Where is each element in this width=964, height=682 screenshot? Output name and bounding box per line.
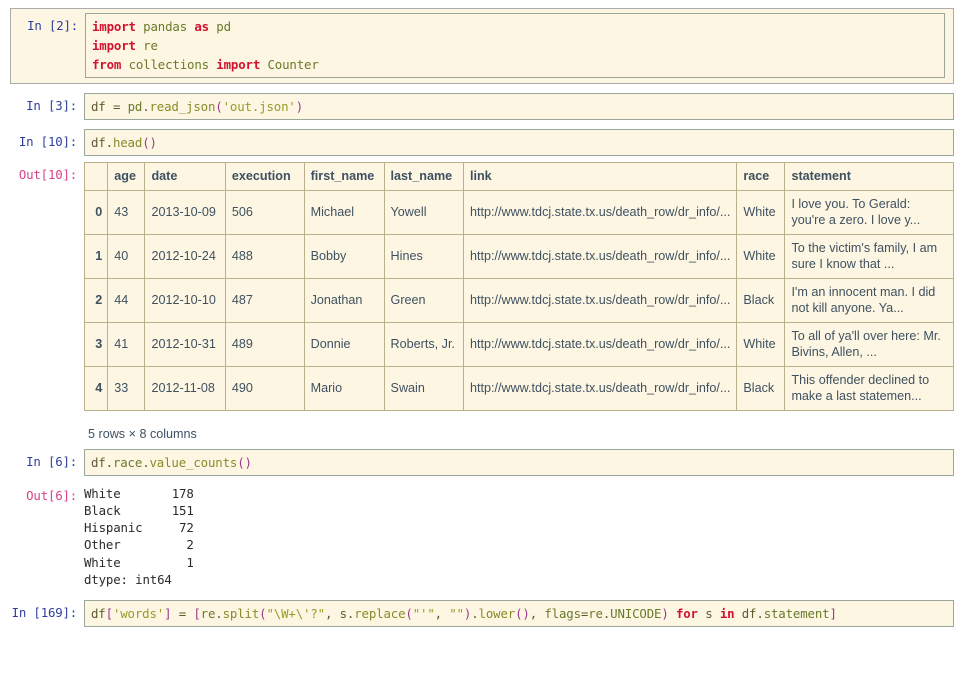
cell-first-name: Mario bbox=[303, 365, 385, 411]
output-area-out-6: White 178 Black 151 Hispanic 72 Other 2 … bbox=[84, 483, 954, 589]
prompt-in-6: In [6]: bbox=[26, 453, 77, 469]
row-index: 0 bbox=[83, 189, 109, 235]
prompt-out-10: Out[10]: bbox=[18, 167, 77, 182]
notebook-cell-in-2[interactable]: In [2]: import pandas as pd import re fr… bbox=[10, 8, 954, 84]
cell-execution: 489 bbox=[224, 321, 305, 367]
cell-last-name: Swain bbox=[383, 365, 464, 411]
dataframe-header-row: age date execution first_name last_name … bbox=[83, 162, 954, 191]
cell-statement: To the victim's family, I am sure I know… bbox=[784, 233, 954, 279]
cell-statement: To all of ya'll over here: Mr. Bivins, A… bbox=[784, 321, 954, 367]
input-area-in-10: df.head() bbox=[84, 129, 954, 156]
code-editor-in-10[interactable]: df.head() bbox=[84, 129, 954, 156]
cell-first-name: Bobby bbox=[303, 233, 385, 279]
notebook-cell-in-6[interactable]: In [6]: df.race.value_counts() bbox=[10, 448, 954, 476]
cell-first-name: Jonathan bbox=[303, 277, 385, 323]
cell-link: http://www.tdcj.state.tx.us/death_row/dr… bbox=[462, 365, 738, 411]
cell-last-name: Yowell bbox=[383, 189, 464, 235]
cell-date: 2013-10-09 bbox=[144, 189, 226, 235]
row-index: 2 bbox=[83, 277, 109, 323]
cell-age: 41 bbox=[107, 321, 146, 367]
prompt-out-6: Out[6]: bbox=[26, 487, 77, 503]
input-area-in-3: df = pd.read_json('out.json') bbox=[84, 93, 954, 120]
column-header-execution: execution bbox=[224, 162, 305, 191]
notebook-cell-out-10: Out[10]: age date execution first_name l… bbox=[10, 162, 954, 443]
value-counts-output: White 178 Black 151 Hispanic 72 Other 2 … bbox=[84, 485, 194, 587]
cell-last-name: Hines bbox=[383, 233, 464, 279]
code-text-in-6: df.race.value_counts() bbox=[91, 454, 252, 470]
prompt-in-2: In [2]: bbox=[27, 18, 78, 33]
row-index: 1 bbox=[83, 233, 109, 279]
cell-date: 2012-11-08 bbox=[144, 365, 226, 411]
input-area-in-169: df['words'] = [re.split("\W+\'?", s.repl… bbox=[84, 600, 954, 628]
prompt-in-3: In [3]: bbox=[26, 98, 77, 113]
notebook-cell-in-169[interactable]: In [169]: df['words'] = [re.split("\W+\'… bbox=[10, 600, 954, 628]
cell-link: http://www.tdcj.state.tx.us/death_row/dr… bbox=[462, 189, 738, 235]
dataframe-body: 0 43 2013-10-09 506 Michael Yowell http:… bbox=[83, 189, 954, 411]
input-area-in-6: df.race.value_counts() bbox=[84, 448, 954, 476]
dataframe-shape-label: 5 rows × 8 columns bbox=[88, 426, 197, 441]
table-row: 3 41 2012-10-31 489 Donnie Roberts, Jr. … bbox=[83, 321, 954, 367]
code-editor-in-2[interactable]: import pandas as pd import re from colle… bbox=[85, 13, 945, 78]
column-header-link: link bbox=[462, 162, 738, 191]
code-text-in-169: df['words'] = [re.split("\W+\'?", s.repl… bbox=[91, 606, 837, 622]
cell-first-name: Donnie bbox=[303, 321, 385, 367]
notebook-cell-in-3[interactable]: In [3]: df = pd.read_json('out.json') bbox=[10, 93, 954, 120]
cell-link: http://www.tdcj.state.tx.us/death_row/dr… bbox=[462, 277, 738, 323]
prompt-in-10: In [10]: bbox=[18, 134, 77, 149]
column-header-first-name: first_name bbox=[303, 162, 385, 191]
output-area-out-10: age date execution first_name last_name … bbox=[83, 162, 954, 443]
cell-date: 2012-10-24 bbox=[144, 233, 226, 279]
cell-link: http://www.tdcj.state.tx.us/death_row/dr… bbox=[462, 321, 738, 367]
cell-execution: 488 bbox=[224, 233, 305, 279]
cell-date: 2012-10-10 bbox=[144, 277, 226, 323]
cell-statement: I'm an innocent man. I did not kill anyo… bbox=[784, 277, 954, 323]
cell-age: 43 bbox=[107, 189, 146, 235]
cell-race: White bbox=[736, 233, 786, 279]
cell-statement: This offender declined to make a last st… bbox=[784, 365, 954, 411]
cell-date: 2012-10-31 bbox=[144, 321, 226, 367]
table-row: 2 44 2012-10-10 487 Jonathan Green http:… bbox=[83, 277, 954, 323]
column-header-race: race bbox=[736, 162, 786, 191]
notebook-container: In [2]: import pandas as pd import re fr… bbox=[0, 8, 964, 628]
table-row: 0 43 2013-10-09 506 Michael Yowell http:… bbox=[83, 189, 954, 235]
cell-age: 33 bbox=[107, 365, 146, 411]
cell-statement: I love you. To Gerald: you're a zero. I … bbox=[784, 189, 954, 235]
column-header-date: date bbox=[144, 162, 226, 191]
row-index: 3 bbox=[83, 321, 109, 367]
cell-execution: 506 bbox=[224, 189, 305, 235]
column-header-age: age bbox=[107, 162, 146, 191]
code-editor-in-169[interactable]: df['words'] = [re.split("\W+\'?", s.repl… bbox=[84, 600, 954, 628]
code-editor-in-3[interactable]: df = pd.read_json('out.json') bbox=[84, 93, 954, 120]
cell-age: 40 bbox=[107, 233, 146, 279]
row-index: 4 bbox=[83, 365, 109, 411]
cell-age: 44 bbox=[107, 277, 146, 323]
cell-first-name: Michael bbox=[303, 189, 385, 235]
column-header-index bbox=[83, 162, 109, 191]
notebook-cell-out-6: Out[6]: White 178 Black 151 Hispanic 72 … bbox=[10, 483, 954, 589]
cell-race: Black bbox=[736, 277, 786, 323]
dataframe-head: age date execution first_name last_name … bbox=[83, 162, 954, 191]
column-header-last-name: last_name bbox=[383, 162, 464, 191]
dataframe-table: age date execution first_name last_name … bbox=[83, 162, 954, 411]
cell-execution: 490 bbox=[224, 365, 305, 411]
cell-race: White bbox=[736, 189, 786, 235]
table-row: 1 40 2012-10-24 488 Bobby Hines http://w… bbox=[83, 233, 954, 279]
cell-last-name: Green bbox=[383, 277, 464, 323]
notebook-cell-in-10[interactable]: In [10]: df.head() bbox=[10, 129, 954, 156]
column-header-statement: statement bbox=[784, 162, 954, 191]
prompt-in-169: In [169]: bbox=[11, 605, 78, 621]
cell-execution: 487 bbox=[224, 277, 305, 323]
cell-race: White bbox=[736, 321, 786, 367]
code-text-in-10: df.head() bbox=[91, 135, 157, 150]
input-area-in-2: import pandas as pd import re from colle… bbox=[85, 13, 945, 78]
code-text-in-3: df = pd.read_json('out.json') bbox=[91, 99, 304, 114]
cell-race: Black bbox=[736, 365, 786, 411]
code-editor-in-6[interactable]: df.race.value_counts() bbox=[84, 448, 954, 476]
cell-last-name: Roberts, Jr. bbox=[383, 321, 464, 367]
code-text-in-2: import pandas as pd import re from colle… bbox=[92, 19, 319, 72]
table-row: 4 33 2012-11-08 490 Mario Swain http://w… bbox=[83, 365, 954, 411]
cell-link: http://www.tdcj.state.tx.us/death_row/dr… bbox=[462, 233, 738, 279]
